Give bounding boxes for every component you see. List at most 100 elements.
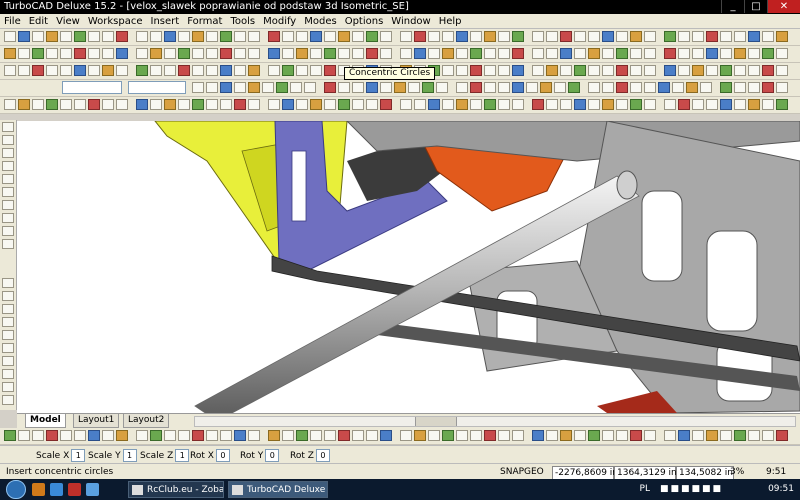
toolbar-tool-button[interactable] [602, 430, 614, 441]
scale-x-field[interactable]: Scale X1 [36, 449, 86, 462]
toolbar-tool-button[interactable] [428, 48, 440, 59]
toolbar-tool-button[interactable] [574, 99, 586, 110]
toolbar-tool-button[interactable] [706, 31, 718, 42]
toolbar-tool-button[interactable] [532, 31, 544, 42]
toolbar-tool-button[interactable] [692, 99, 704, 110]
toolbar-tool-button[interactable] [484, 31, 496, 42]
toolbar-tool-button[interactable] [206, 82, 218, 93]
toolbar-tool-button[interactable] [192, 48, 204, 59]
toolbar-tool-button[interactable] [164, 48, 176, 59]
toolbar-tool-button[interactable] [546, 31, 558, 42]
toolbar-tool-button[interactable] [428, 99, 440, 110]
show-desktop-icon[interactable] [86, 483, 99, 496]
toolbar-tool-button[interactable] [484, 82, 496, 93]
toolbar-tool-button[interactable] [366, 48, 378, 59]
left-tool-button[interactable] [2, 122, 14, 132]
toolbar-tool-button[interactable] [178, 430, 190, 441]
toolbar-tool-button[interactable] [512, 430, 524, 441]
toolbar-tool-button[interactable] [366, 82, 378, 93]
toolbar-tool-button[interactable] [720, 430, 732, 441]
toolbar-tool-button[interactable] [352, 99, 364, 110]
toolbar-tool-button[interactable] [512, 48, 524, 59]
toolbar-tool-button[interactable] [658, 82, 670, 93]
tab-layout2[interactable]: Layout2 [123, 414, 170, 428]
toolbar-tool-button[interactable] [116, 48, 128, 59]
toolbar-tool-button[interactable] [164, 31, 176, 42]
left-tool-button[interactable] [2, 226, 14, 236]
toolbar-tool-button[interactable] [762, 82, 774, 93]
left-tool-button[interactable] [2, 343, 14, 353]
toolbar-tool-button[interactable] [588, 99, 600, 110]
toolbar-tool-button[interactable] [532, 65, 544, 76]
toolbar-tool-button[interactable] [276, 82, 288, 93]
toolbar-tool-button[interactable] [220, 430, 232, 441]
toolbar-tool-button[interactable] [720, 31, 732, 42]
toolbar-tool-button[interactable] [268, 31, 280, 42]
toolbar-tool-button[interactable] [324, 31, 336, 42]
toolbar-tool-button[interactable] [324, 65, 336, 76]
minimize-button[interactable]: _ [721, 0, 744, 13]
toolbar-tool-button[interactable] [720, 99, 732, 110]
toolbar-tool-button[interactable] [692, 48, 704, 59]
toolbar-tool-button[interactable] [282, 65, 294, 76]
toolbar-tool-button[interactable] [678, 48, 690, 59]
toolbar-tool-button[interactable] [436, 82, 448, 93]
toolbar-tool-button[interactable] [630, 99, 642, 110]
toolbar-tool-button[interactable] [630, 48, 642, 59]
toolbar-tool-button[interactable] [776, 65, 788, 76]
toolbar-tool-button[interactable] [644, 48, 656, 59]
toolbar-tool-button[interactable] [234, 99, 246, 110]
toolbar-tool-button[interactable] [470, 99, 482, 110]
toolbar-tool-button[interactable] [734, 82, 746, 93]
menu-options[interactable]: Options [341, 16, 388, 27]
toolbar-tool-button[interactable] [546, 430, 558, 441]
toolbar-tool-button[interactable] [310, 31, 322, 42]
opera-icon[interactable] [68, 483, 81, 496]
left-tool-button[interactable] [2, 174, 14, 184]
toolbar-tool-button[interactable] [428, 430, 440, 441]
toolbar-tool-button[interactable] [706, 430, 718, 441]
toolbar-tool-button[interactable] [602, 65, 614, 76]
toolbar-tool-button[interactable] [720, 82, 732, 93]
toolbar-tool-button[interactable] [734, 65, 746, 76]
toolbar-tool-button[interactable] [116, 31, 128, 42]
toolbar-tool-button[interactable] [734, 99, 746, 110]
toolbar-tool-button[interactable] [532, 430, 544, 441]
toolbar-tool-button[interactable] [540, 82, 552, 93]
toolbar-tool-button[interactable] [776, 99, 788, 110]
toolbar-tool-button[interactable] [762, 99, 774, 110]
toolbar-tool-button[interactable] [546, 99, 558, 110]
toolbar-tool-button[interactable] [248, 82, 260, 93]
toolbar-tool-button[interactable] [248, 31, 260, 42]
toolbar-tool-button[interactable] [220, 99, 232, 110]
toolbar-tool-button[interactable] [310, 430, 322, 441]
toolbar-tool-button[interactable] [706, 48, 718, 59]
left-tool-button[interactable] [2, 239, 14, 249]
toolbar-tool-button[interactable] [748, 99, 760, 110]
toolbar-tool-button[interactable] [206, 48, 218, 59]
toolbar-tool-button[interactable] [102, 99, 114, 110]
toolbar-tool-button[interactable] [456, 65, 468, 76]
toolbar-tool-button[interactable] [734, 31, 746, 42]
left-tool-button[interactable] [2, 317, 14, 327]
toolbar-tool-button[interactable] [282, 430, 294, 441]
toolbar-tool-button[interactable] [602, 99, 614, 110]
toolbar-tool-button[interactable] [268, 430, 280, 441]
toolbar-tool-button[interactable] [4, 99, 16, 110]
toolbar-tool-button[interactable] [546, 65, 558, 76]
horizontal-scrollbar[interactable] [194, 416, 796, 427]
toolbar-tool-button[interactable] [428, 31, 440, 42]
scroll-thumb[interactable] [415, 417, 457, 426]
toolbar-tool-button[interactable] [296, 65, 308, 76]
toolbar-tool-button[interactable] [400, 48, 412, 59]
toolbar-tool-button[interactable] [338, 82, 350, 93]
toolbar-tool-button[interactable] [414, 99, 426, 110]
toolbar-tool-button[interactable] [484, 99, 496, 110]
toolbar-tool-button[interactable] [602, 31, 614, 42]
toolbar-tool-button[interactable] [630, 430, 642, 441]
toolbar-tool-button[interactable] [74, 65, 86, 76]
toolbar-tool-button[interactable] [220, 82, 232, 93]
toolbar-tool-button[interactable] [366, 99, 378, 110]
toolbar-tool-button[interactable] [602, 82, 614, 93]
language-indicator[interactable]: PL [640, 484, 650, 494]
